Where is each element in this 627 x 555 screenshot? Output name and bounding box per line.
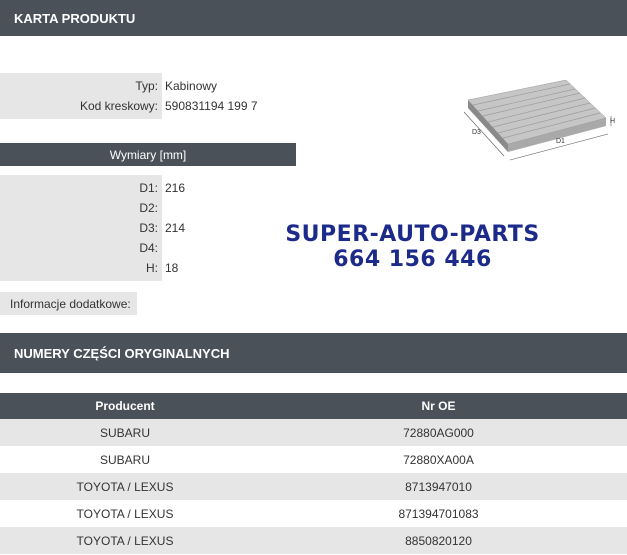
diagram-d3-label: D3	[472, 129, 481, 136]
dim-d1-label: D1:	[139, 181, 158, 195]
barcode-label: Kod kreskowy:	[79, 99, 158, 113]
additional-info-text: Informacje dodatkowe:	[10, 296, 131, 311]
filter-dimension-diagram: D3 D1 H	[463, 80, 615, 161]
seller-phone: 664 156 446	[333, 247, 492, 272]
column-header-oe-number: Nr OE	[250, 393, 627, 419]
table-row: SUBARU 72880AG000	[0, 419, 627, 446]
dim-d1-value: 216	[165, 181, 186, 195]
barcode-value: 590831194 199 7	[165, 99, 258, 113]
dim-d3-value: 214	[165, 221, 186, 235]
producer-cell: SUBARU	[0, 419, 250, 446]
oe-number-cell: 72880AG000	[250, 419, 627, 446]
producer-cell: TOYOTA / LEXUS	[0, 527, 250, 554]
seller-watermark: SUPER-AUTO-PARTS 664 156 446	[270, 222, 555, 272]
producer-cell: TOYOTA / LEXUS	[0, 473, 250, 500]
seller-name: SUPER-AUTO-PARTS	[285, 222, 540, 247]
diagram-h-label: H	[610, 118, 615, 125]
filter-body	[467, 80, 607, 152]
dim-d2-label: D2:	[139, 201, 158, 215]
table-row: TOYOTA / LEXUS 8713947010	[0, 473, 627, 500]
product-card-header: KARTA PRODUKTU	[0, 0, 627, 36]
dim-d4-label: D4:	[139, 241, 158, 255]
dimensions-labels: D1: D2: D3: D4: H:	[0, 175, 162, 281]
oe-number-cell: 8850820120	[250, 527, 627, 554]
oe-numbers-table: Producent Nr OE SUBARU 72880AG000 SUBARU…	[0, 393, 627, 554]
table-row: TOYOTA / LEXUS 8850820120	[0, 527, 627, 554]
oe-table-header-row: Producent Nr OE	[0, 393, 627, 419]
basic-info-labels: Typ: Kod kreskowy:	[0, 73, 162, 119]
type-label: Typ:	[135, 79, 158, 93]
dim-d3-label: D3:	[139, 221, 158, 235]
additional-info-label: Informacje dodatkowe:	[0, 292, 137, 315]
oe-number-cell: 72880XA00A	[250, 446, 627, 473]
dimensions-title: Wymiary [mm]	[109, 147, 187, 162]
producer-cell: TOYOTA / LEXUS	[0, 500, 250, 527]
oe-numbers-title: NUMERY CZĘŚCI ORYGINALNYCH	[14, 345, 230, 361]
column-header-producer: Producent	[0, 393, 250, 419]
producer-cell: SUBARU	[0, 446, 250, 473]
type-value: Kabinowy	[165, 79, 218, 93]
diagram-d1-label: D1	[556, 138, 565, 145]
oe-numbers-header: NUMERY CZĘŚCI ORYGINALNYCH	[0, 333, 627, 373]
oe-number-cell: 8713947010	[250, 473, 627, 500]
table-row: TOYOTA / LEXUS 871394701083	[0, 500, 627, 527]
dim-h-value: 18	[165, 261, 179, 275]
oe-number-cell: 871394701083	[250, 500, 627, 527]
dim-h-label: H:	[146, 261, 158, 275]
table-row: SUBARU 72880XA00A	[0, 446, 627, 473]
dimensions-header: Wymiary [mm]	[0, 143, 296, 166]
product-card-title: KARTA PRODUKTU	[14, 10, 136, 26]
